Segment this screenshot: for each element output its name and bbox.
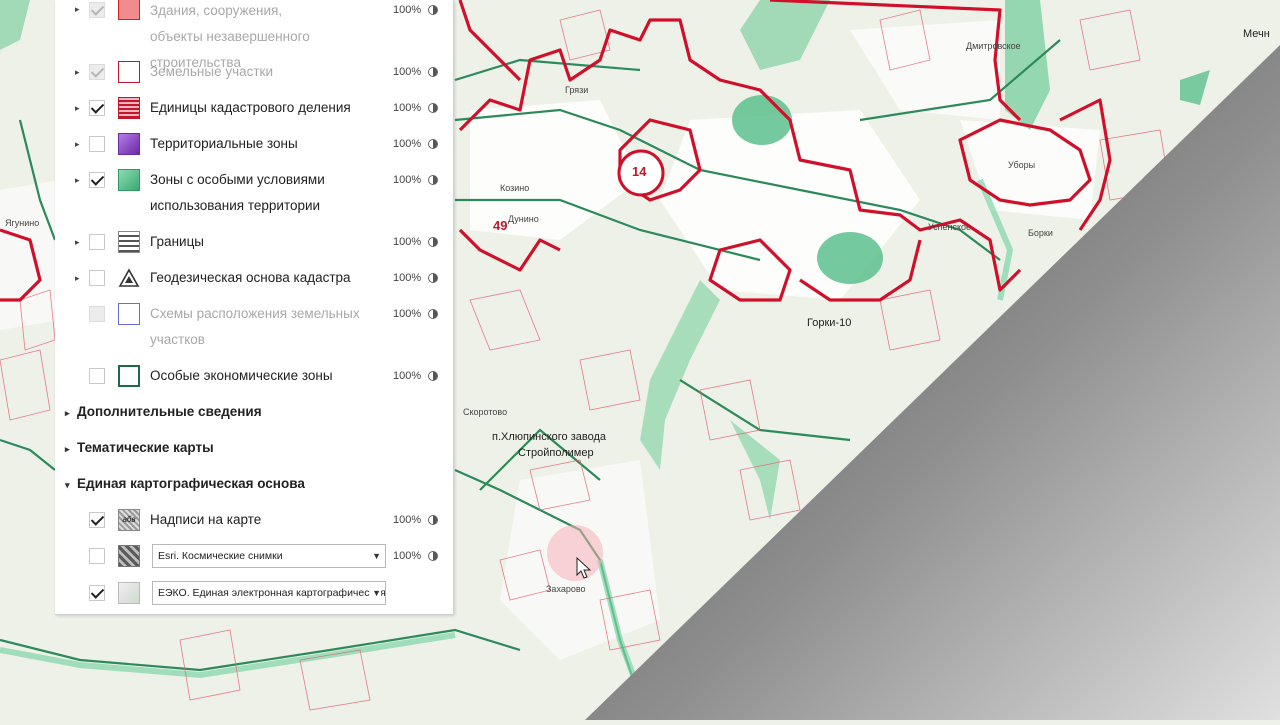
- expand-arrow-icon: ▸: [65, 444, 70, 454]
- opacity-icon[interactable]: [428, 515, 438, 525]
- opacity-percent: 100%: [393, 174, 422, 186]
- expand-arrow-icon[interactable]: ▸: [75, 68, 83, 77]
- layer-label: Единицы кадастрового деления: [150, 100, 351, 115]
- opacity-icon[interactable]: [428, 139, 438, 149]
- opacity-percent: 100%: [393, 550, 422, 562]
- opacity-icon[interactable]: [428, 67, 438, 77]
- map-label-skorotovo: Скоротово: [463, 407, 508, 417]
- layer-checkbox[interactable]: [89, 172, 105, 188]
- opacity-percent: 100%: [393, 308, 422, 320]
- geodesic-triangle-icon: [118, 267, 140, 289]
- lake: [817, 232, 883, 284]
- expand-arrow-icon[interactable]: ▸: [75, 5, 83, 14]
- dropdown-arrow-icon: ▼: [370, 582, 381, 604]
- layer-checkbox[interactable]: [89, 270, 105, 286]
- economic-zones-swatch-icon: [118, 365, 140, 387]
- schemes-swatch-icon: [118, 303, 140, 325]
- collapse-arrow-icon: ▾: [65, 480, 70, 490]
- layer-checkbox[interactable]: [89, 64, 105, 80]
- opacity-icon[interactable]: [428, 237, 438, 247]
- opacity-percent: 100%: [393, 4, 422, 16]
- opacity-percent: 100%: [393, 236, 422, 248]
- expand-arrow-icon[interactable]: ▸: [75, 176, 83, 185]
- layer-label: Границы: [150, 234, 204, 249]
- section-basemap[interactable]: ▾ Единая картографическая основа: [65, 476, 305, 491]
- layer-label: Зоны с особыми условиями использования т…: [150, 172, 325, 213]
- opacity-icon[interactable]: [428, 273, 438, 283]
- special-zones-swatch-icon: [118, 169, 140, 191]
- basemap-select-esri[interactable]: Esri. Космические снимки ▼: [152, 544, 386, 568]
- map-label-gryazi: Грязи: [565, 85, 589, 95]
- expand-arrow-icon[interactable]: ▸: [75, 104, 83, 113]
- dropdown-arrow-icon: ▼: [372, 551, 381, 561]
- layer-checkbox[interactable]: [89, 2, 105, 18]
- section-thematic-maps[interactable]: ▸ Тематические карты: [65, 440, 214, 455]
- map-label-kozino: Козино: [500, 183, 530, 193]
- opacity-percent: 100%: [393, 272, 422, 284]
- layer-checkbox[interactable]: [89, 100, 105, 116]
- layer-checkbox[interactable]: [89, 136, 105, 152]
- map-label-khlyupino: п.Хлюпинского завода: [492, 431, 606, 443]
- satellite-swatch-icon: [118, 545, 140, 567]
- map-label-dunino: Дунино: [508, 214, 539, 224]
- basemap-select-eeko[interactable]: ЕЭКО. Единая электронная картографическа…: [152, 581, 386, 605]
- expand-arrow-icon[interactable]: ▸: [75, 238, 83, 247]
- opacity-icon[interactable]: [428, 309, 438, 319]
- opacity-icon[interactable]: [428, 551, 438, 561]
- map-label-stroypolimer: Стройполимер: [518, 447, 594, 459]
- layer-label: Схемы расположения земельных участков: [150, 306, 360, 347]
- lake: [732, 95, 792, 145]
- settlement-area: [0, 180, 60, 330]
- map-label-yagunino: Ягунино: [5, 218, 40, 228]
- layer-label: Земельные участки: [150, 64, 274, 79]
- map-label-borki: Борки: [1028, 228, 1053, 238]
- layer-checkbox[interactable]: [89, 548, 105, 564]
- layer-checkbox[interactable]: [89, 368, 105, 384]
- layer-checkbox[interactable]: [89, 306, 105, 322]
- opacity-percent: 100%: [393, 138, 422, 150]
- map-label-cadastral-14: 14: [632, 164, 647, 179]
- map-label-dmitrovskoe: Дмитровское: [966, 41, 1021, 51]
- map-label-uspenskoe: Успенское: [928, 222, 972, 232]
- cadastral-swatch-icon: [118, 97, 140, 119]
- map-label-gorki10: Горки-10: [807, 317, 852, 329]
- land-plots-swatch-icon: [118, 61, 140, 83]
- opacity-icon[interactable]: [428, 103, 438, 113]
- map-label-zakharovo: Захарово: [546, 584, 586, 594]
- layer-checkbox[interactable]: [89, 585, 105, 601]
- map-label-mechn: Мечн: [1243, 28, 1270, 40]
- layer-label: Особые экономические зоны: [150, 368, 333, 383]
- opacity-percent: 100%: [393, 66, 422, 78]
- map-label-cadastral-49: 49: [493, 218, 508, 233]
- layer-label: Надписи на карте: [150, 512, 262, 527]
- opacity-percent: 100%: [393, 102, 422, 114]
- opacity-icon[interactable]: [428, 5, 438, 15]
- layers-panel: ▸ Здания, сооружения, объекты незавершен…: [55, 0, 454, 615]
- opacity-icon[interactable]: [428, 175, 438, 185]
- buildings-swatch-icon: [118, 0, 140, 20]
- opacity-percent: 100%: [393, 370, 422, 382]
- layer-checkbox[interactable]: [89, 512, 105, 528]
- expand-arrow-icon[interactable]: ▸: [75, 140, 83, 149]
- expand-arrow-icon: ▸: [65, 408, 70, 418]
- layer-checkbox[interactable]: [89, 234, 105, 250]
- layer-label: Территориальные зоны: [150, 136, 298, 151]
- layer-label: Геодезическая основа кадастра: [150, 270, 351, 285]
- map-labels-swatch-icon: абв: [118, 509, 140, 531]
- territorial-zones-swatch-icon: [118, 133, 140, 155]
- click-highlight: [547, 525, 603, 581]
- map-label-ubory: Уборы: [1008, 160, 1036, 170]
- borders-swatch-icon: [118, 231, 140, 253]
- section-additional-info[interactable]: ▸ Дополнительные сведения: [65, 404, 262, 419]
- expand-arrow-icon[interactable]: ▸: [75, 274, 83, 283]
- opacity-percent: 100%: [393, 514, 422, 526]
- eeko-swatch-icon: [118, 582, 140, 604]
- opacity-icon[interactable]: [428, 371, 438, 381]
